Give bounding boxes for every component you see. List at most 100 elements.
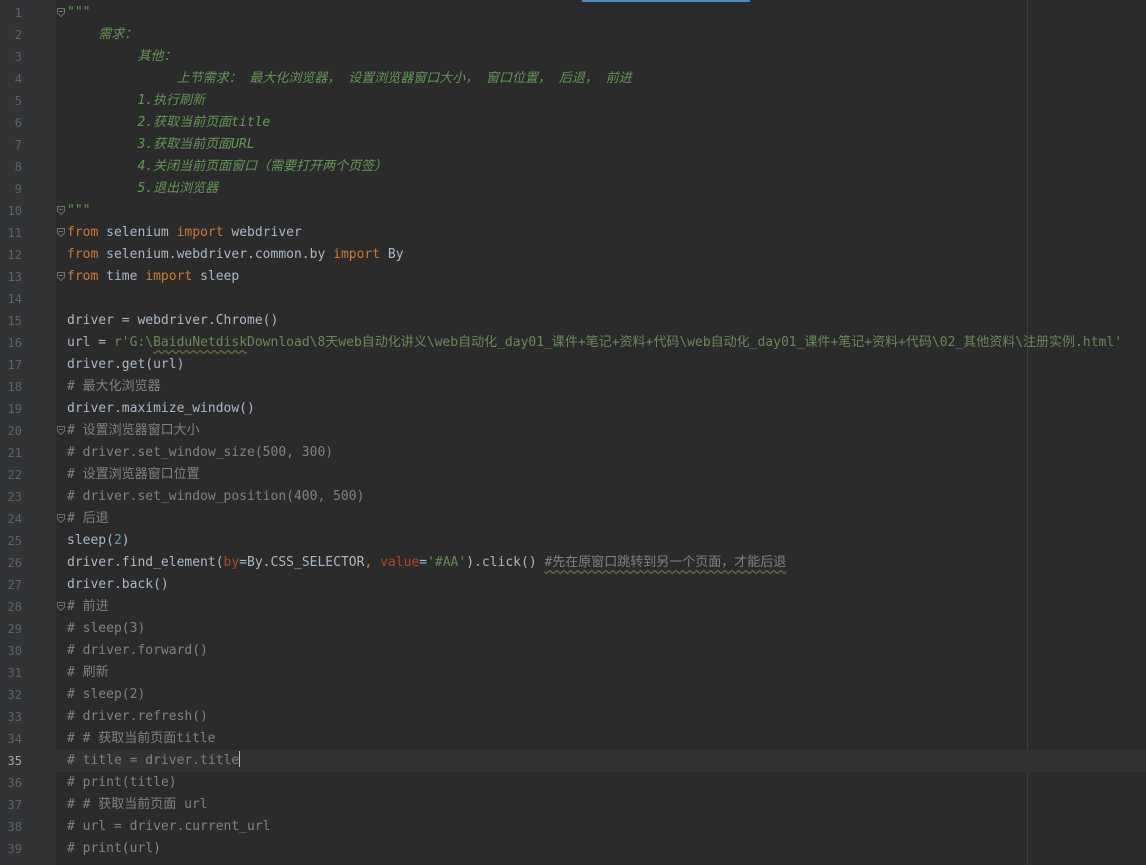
line-code[interactable]: from selenium import webdriver (67, 222, 1146, 244)
line-code[interactable]: driver.find_element(by=By.CSS_SELECTOR, … (67, 552, 1146, 574)
code-line[interactable]: 37 # # 获取当前页面 url (0, 794, 1146, 816)
line-code[interactable]: 2.获取当前页面title (67, 112, 1146, 134)
code-line[interactable]: 1 """ (0, 2, 1146, 24)
line-code[interactable]: 3.获取当前页面URL (67, 134, 1146, 156)
code-token: 上节需求： 最大化浏览器， 设置浏览器窗口大小， 窗口位置， 后退， 前进 (67, 71, 632, 86)
code-line[interactable]: 17 driver.get(url) (0, 354, 1146, 376)
code-token: """ (67, 203, 91, 218)
code-line[interactable]: 5 1.执行刷新 (0, 90, 1146, 112)
code-line[interactable]: 35 # title = driver.title (0, 750, 1146, 772)
code-token: = (419, 555, 428, 570)
line-code[interactable]: 5.退出浏览器 (67, 178, 1146, 200)
line-code[interactable]: # print(title) (67, 772, 1146, 794)
line-code[interactable]: # 最大化浏览器 (67, 376, 1146, 398)
line-code[interactable]: # driver.forward() (67, 640, 1146, 662)
fold-marker-icon[interactable] (57, 228, 65, 237)
fold-marker-icon[interactable] (57, 514, 65, 523)
fold-marker-icon[interactable] (57, 8, 65, 17)
line-code[interactable]: """ (67, 200, 1146, 222)
line-number: 10 (7, 204, 22, 218)
line-code[interactable]: # sleep(3) (67, 618, 1146, 640)
code-token: driver.back() (67, 577, 169, 592)
code-token: import (145, 269, 193, 284)
code-token: # # 获取当前页面 url (67, 797, 208, 812)
line-code[interactable]: 1.执行刷新 (67, 90, 1146, 112)
line-code[interactable]: from selenium.webdriver.common.by import… (67, 244, 1146, 266)
line-code[interactable]: # print(url) (67, 838, 1146, 860)
line-code[interactable]: # 刷新 (67, 662, 1146, 684)
line-code[interactable]: 4.关闭当前页面窗口（需要打开两个页签） (67, 156, 1146, 178)
code-token: sleep (192, 269, 240, 284)
code-line[interactable]: 23 # driver.set_window_position(400, 500) (0, 486, 1146, 508)
line-code[interactable]: driver.maximize_window() (67, 398, 1146, 420)
code-lines[interactable]: 1 """ 2 需求： 3 其他： 4 上节需求： 最大化浏览器， 设置浏览器窗口大小，… (0, 2, 1146, 860)
line-code[interactable]: from time import sleep (67, 266, 1146, 288)
code-token: ).click() (466, 555, 545, 570)
code-line[interactable]: 36 # print(title) (0, 772, 1146, 794)
code-line[interactable]: 28 # 前进 (0, 596, 1146, 618)
code-token: url = (67, 335, 114, 350)
line-code[interactable]: # driver.refresh() (67, 706, 1146, 728)
line-code[interactable]: driver = webdriver.Chrome() (67, 310, 1146, 332)
code-line[interactable]: 24 # 后退 (0, 508, 1146, 530)
code-line[interactable]: 12 from selenium.webdriver.common.by impo… (0, 244, 1146, 266)
line-code[interactable]: # # 获取当前页面title (67, 728, 1146, 750)
code-token: By (380, 247, 404, 262)
line-code[interactable]: # # 获取当前页面 url (67, 794, 1146, 816)
line-code[interactable]: """ (67, 2, 1146, 24)
line-code[interactable]: # 后退 (67, 508, 1146, 530)
code-token: # title = driver.title (67, 753, 240, 768)
code-line[interactable]: 14 (0, 288, 1146, 310)
code-line[interactable]: 38 # url = driver.current_url (0, 816, 1146, 838)
code-line[interactable]: 34 # # 获取当前页面title (0, 728, 1146, 750)
code-line[interactable]: 11 from selenium import webdriver (0, 222, 1146, 244)
line-code[interactable]: url = r'G:\BaiduNetdiskDownload\8天web自动化… (67, 332, 1146, 354)
code-line[interactable]: 30 # driver.forward() (0, 640, 1146, 662)
line-code[interactable]: # driver.set_window_size(500, 300) (67, 442, 1146, 464)
code-line[interactable]: 13 from time import sleep (0, 266, 1146, 288)
line-code[interactable]: # sleep(2) (67, 684, 1146, 706)
fold-marker-icon[interactable] (57, 602, 65, 611)
code-line[interactable]: 2 需求： (0, 24, 1146, 46)
code-line[interactable]: 22 # 设置浏览器窗口位置 (0, 464, 1146, 486)
code-editor[interactable]: 1 """ 2 需求： 3 其他： 4 上节需求： 最大化浏览器， 设置浏览器窗口大小，… (0, 0, 1146, 865)
line-code[interactable]: 需求： (67, 24, 1146, 46)
code-line[interactable]: 31 # 刷新 (0, 662, 1146, 684)
code-line[interactable]: 25 sleep(2) (0, 530, 1146, 552)
code-line[interactable]: 16 url = r'G:\BaiduNetdiskDownload\8天web自… (0, 332, 1146, 354)
code-line[interactable]: 19 driver.maximize_window() (0, 398, 1146, 420)
code-line[interactable]: 32 # sleep(2) (0, 684, 1146, 706)
line-code[interactable]: 其他： (67, 46, 1146, 68)
code-line[interactable]: 20 # 设置浏览器窗口大小 (0, 420, 1146, 442)
code-line[interactable]: 9 5.退出浏览器 (0, 178, 1146, 200)
line-code[interactable]: 上节需求： 最大化浏览器， 设置浏览器窗口大小， 窗口位置， 后退， 前进 (67, 68, 1146, 90)
code-line[interactable]: 18 # 最大化浏览器 (0, 376, 1146, 398)
code-line[interactable]: 6 2.获取当前页面title (0, 112, 1146, 134)
code-line[interactable]: 33 # driver.refresh() (0, 706, 1146, 728)
fold-marker-icon[interactable] (57, 426, 65, 435)
code-token: selenium (98, 225, 177, 240)
code-line[interactable]: 21 # driver.set_window_size(500, 300) (0, 442, 1146, 464)
code-line[interactable]: 15 driver = webdriver.Chrome() (0, 310, 1146, 332)
code-line[interactable]: 27 driver.back() (0, 574, 1146, 596)
code-line[interactable]: 29 # sleep(3) (0, 618, 1146, 640)
line-code[interactable]: # 设置浏览器窗口位置 (67, 464, 1146, 486)
line-code[interactable]: # title = driver.title (67, 750, 1146, 772)
line-code[interactable]: # 前进 (67, 596, 1146, 618)
code-line[interactable]: 4 上节需求： 最大化浏览器， 设置浏览器窗口大小， 窗口位置， 后退， 前进 (0, 68, 1146, 90)
line-code[interactable]: driver.back() (67, 574, 1146, 596)
fold-marker-icon[interactable] (57, 272, 65, 281)
code-line[interactable]: 8 4.关闭当前页面窗口（需要打开两个页签） (0, 156, 1146, 178)
code-line[interactable]: 10 """ (0, 200, 1146, 222)
code-line[interactable]: 26 driver.find_element(by=By.CSS_SELECTOR… (0, 552, 1146, 574)
line-code[interactable]: # url = driver.current_url (67, 816, 1146, 838)
line-code[interactable]: driver.get(url) (67, 354, 1146, 376)
fold-marker-icon[interactable] (57, 206, 65, 215)
line-code[interactable]: sleep(2) (67, 530, 1146, 552)
code-line[interactable]: 39 # print(url) (0, 838, 1146, 860)
line-code[interactable]: # 设置浏览器窗口大小 (67, 420, 1146, 442)
code-line[interactable]: 3 其他： (0, 46, 1146, 68)
line-code[interactable]: # driver.set_window_position(400, 500) (67, 486, 1146, 508)
code-line[interactable]: 7 3.获取当前页面URL (0, 134, 1146, 156)
line-number: 8 (14, 160, 22, 174)
